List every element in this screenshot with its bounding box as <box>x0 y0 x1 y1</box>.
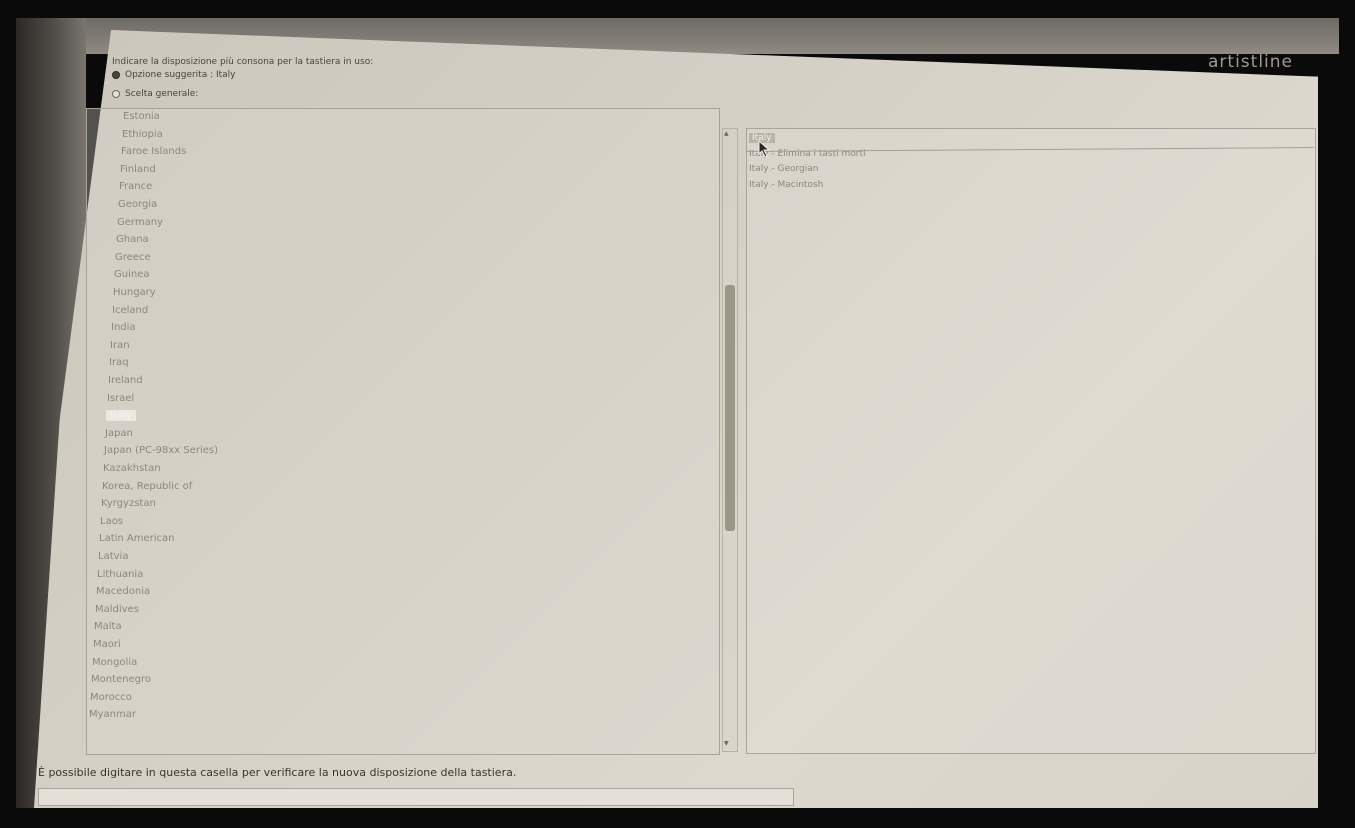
layout-list-item[interactable]: Japan (PC-98xx Series) <box>104 445 218 456</box>
layout-list-item[interactable]: Estonia <box>123 111 160 122</box>
layout-list-item[interactable]: Laos <box>100 516 123 527</box>
layout-list-item[interactable]: Ireland <box>108 375 143 386</box>
layout-list-item[interactable]: Mongolia <box>92 657 137 668</box>
layout-list-item[interactable]: Faroe Islands <box>121 146 186 157</box>
layout-list-item[interactable]: Italy <box>106 410 136 422</box>
layout-list-item[interactable]: Hungary <box>113 287 156 298</box>
layout-list-item[interactable]: Israel <box>107 393 134 404</box>
test-field-label: È possibile digitare in questa casella p… <box>38 766 517 779</box>
layout-list-item[interactable]: Georgia <box>118 199 157 210</box>
layout-list-item[interactable]: Kyrgyzstan <box>101 498 156 509</box>
variant-list[interactable]: Italy Italy - Elimina i tasti morti Italy … <box>746 128 1316 754</box>
layout-list-item[interactable]: Malta <box>94 621 122 632</box>
layout-list-item[interactable]: Latvia <box>98 551 128 562</box>
layout-list-item[interactable]: Maori <box>93 639 121 650</box>
suggested-option[interactable]: Opzione suggerita : Italy <box>112 70 236 80</box>
layout-list-item[interactable]: Ghana <box>116 234 149 245</box>
instruction-text: Indicare la disposizione più consona per… <box>112 57 374 67</box>
layout-list-item[interactable]: Maldives <box>95 604 139 615</box>
keyboard-test-input[interactable] <box>38 788 794 806</box>
layout-list-item[interactable]: India <box>111 322 136 333</box>
layout-list-item[interactable]: France <box>119 181 152 192</box>
layout-list-item[interactable]: Ethiopia <box>122 129 163 140</box>
layout-list-item[interactable]: Iraq <box>109 357 129 368</box>
scroll-up-arrow-icon[interactable]: ▲ <box>724 130 729 137</box>
variant-list-item[interactable]: Italy - Georgian <box>749 164 819 174</box>
layout-list-item[interactable]: Macedonia <box>96 586 150 597</box>
layout-list-item[interactable]: Finland <box>120 164 156 175</box>
layout-list-item[interactable]: Latin American <box>99 533 175 544</box>
layout-list-item[interactable]: Morocco <box>90 692 132 703</box>
full-list-option[interactable]: Scelta generale: <box>112 89 198 99</box>
variant-list-item[interactable]: Italy - Macintosh <box>749 180 823 190</box>
radio-unchecked-icon[interactable] <box>112 90 120 98</box>
layout-list-item[interactable]: Montenegro <box>91 674 151 685</box>
layout-list-item[interactable]: Iceland <box>112 305 148 316</box>
layout-list-item[interactable]: Guinea <box>114 269 149 280</box>
layout-list-item[interactable]: Myanmar <box>89 709 136 720</box>
layout-list[interactable]: Estonia Ethiopia Faroe Islands Finland Franc… <box>86 108 720 755</box>
layout-list-item[interactable]: Lithuania <box>97 569 143 580</box>
layout-list-item[interactable]: Kazakhstan <box>103 463 161 474</box>
layout-list-item[interactable]: Korea, Republic of <box>102 481 192 492</box>
full-list-option-label: Scelta generale: <box>125 89 199 99</box>
scrollbar-thumb[interactable] <box>725 285 735 531</box>
layout-list-item[interactable]: Germany <box>117 217 163 228</box>
mouse-pointer-icon <box>758 140 771 158</box>
scroll-down-arrow-icon[interactable]: ▼ <box>724 740 729 747</box>
layout-list-item[interactable]: Greece <box>115 252 151 263</box>
monitor-brand-logo: artistline <box>1208 52 1293 72</box>
suggested-option-label: Opzione suggerita : Italy <box>125 70 236 80</box>
radio-checked-icon[interactable] <box>112 71 120 79</box>
layout-list-item[interactable]: Iran <box>110 340 130 351</box>
layout-list-item[interactable]: Japan <box>105 428 133 439</box>
